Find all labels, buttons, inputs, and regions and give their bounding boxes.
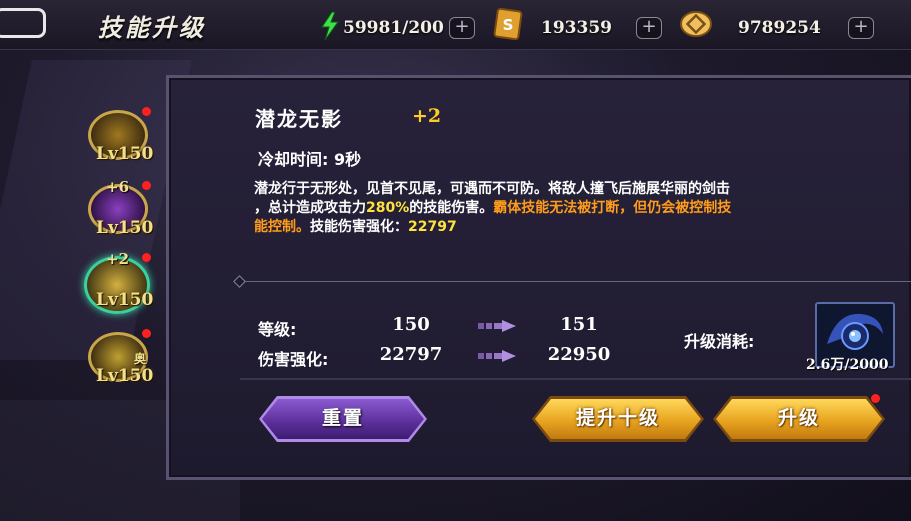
damage-from: 22797 xyxy=(379,344,443,365)
add-energy-button[interactable]: + xyxy=(449,17,475,39)
top-bar: 技能升级 59981/200 + S 193359 + 9789254 + xyxy=(0,0,911,50)
upgrade-button[interactable]: 升级 xyxy=(716,399,882,439)
level-from: 150 xyxy=(392,314,430,335)
damage-label: 伤害强化: xyxy=(258,350,329,369)
notification-dot xyxy=(142,181,151,190)
notification-dot xyxy=(142,329,151,338)
back-button[interactable] xyxy=(0,8,46,38)
cooldown-text: 冷却时间: 9秒 xyxy=(258,150,362,169)
skill-level: Lv150 xyxy=(96,218,154,238)
skill-name: 潜龙无影 xyxy=(255,107,343,131)
notification-dot xyxy=(142,107,151,116)
skill-description: 潜龙行于无形处，见首不见尾，可遇而不可防。将敌人撞飞后施展华丽的剑击 ，总计造成… xyxy=(254,180,909,237)
damage-to: 22950 xyxy=(547,344,611,365)
skill-tab-2[interactable]: +6 Lv150 xyxy=(88,178,154,248)
level-to: 151 xyxy=(560,314,598,335)
arrow-right-icon xyxy=(478,320,516,332)
arrow-right-icon xyxy=(478,350,516,362)
skill-tab-4[interactable]: 奥 Lv150 xyxy=(88,329,154,396)
desc-damage-value: 22797 xyxy=(408,219,457,235)
skill-plus-level: +2 xyxy=(412,105,442,127)
skill-level: Lv150 xyxy=(96,144,154,164)
energy-value: 59981/200 xyxy=(343,18,444,38)
notification-dot xyxy=(871,394,880,403)
ticket-value: 193359 xyxy=(541,18,612,38)
desc-text: ，总计造成攻击力 xyxy=(254,200,366,216)
coin-icon xyxy=(680,11,712,37)
skill-plus: +6 xyxy=(106,178,130,196)
svg-text:S: S xyxy=(503,16,514,34)
desc-percent: 280% xyxy=(366,200,410,216)
skill-plus: +2 xyxy=(106,250,130,268)
skill-level: Lv150 xyxy=(96,290,154,310)
add-ticket-button[interactable]: + xyxy=(636,17,662,39)
desc-highlight: 能控制。 xyxy=(254,219,310,235)
page-title: 技能升级 xyxy=(98,13,206,42)
skill-tab-3-selected[interactable]: +2 Lv150 xyxy=(80,250,153,320)
divider xyxy=(240,281,911,282)
upgrade-ten-button[interactable]: 提升十级 xyxy=(535,399,701,439)
skill-tab-1[interactable]: Lv150 xyxy=(88,107,154,174)
awaken-tag: 奥 xyxy=(134,352,147,366)
desc-highlight: 霸体技能无法被打断，但仍会被控制技 xyxy=(493,200,732,216)
cost-count: 2.6万/2000 xyxy=(806,357,889,373)
desc-line-1: 潜龙行于无形处，见首不见尾，可遇而不可防。将敌人撞飞后施展华丽的剑击 xyxy=(254,181,730,197)
notification-dot xyxy=(142,253,151,262)
upgrade-cost-label: 升级消耗: xyxy=(684,332,755,351)
skill-level: Lv150 xyxy=(96,366,154,386)
desc-line-3: 能控制。技能伤害强化：22797 xyxy=(254,218,909,237)
lightning-icon xyxy=(321,12,339,40)
desc-text: 技能伤害强化： xyxy=(310,219,408,235)
level-label: 等级: xyxy=(258,320,297,339)
divider xyxy=(240,378,911,380)
add-coin-button[interactable]: + xyxy=(848,17,874,39)
desc-line-2: ，总计造成攻击力280%的技能伤害。霸体技能无法被打断，但仍会被控制技 xyxy=(254,199,909,218)
desc-text: 的技能伤害。 xyxy=(409,200,494,216)
ticket-icon: S xyxy=(493,8,523,40)
coin-value: 9789254 xyxy=(738,18,821,38)
reset-button[interactable]: 重置 xyxy=(262,399,424,439)
